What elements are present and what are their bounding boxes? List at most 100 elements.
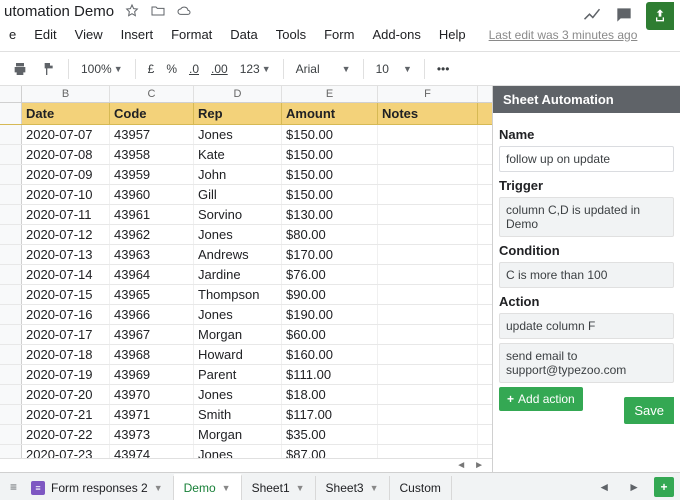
row-number[interactable] xyxy=(0,245,22,264)
cloud-status-icon[interactable] xyxy=(176,3,192,19)
action-row[interactable]: send email to support@typezoo.com xyxy=(499,343,674,383)
cell[interactable] xyxy=(378,405,478,424)
action-row[interactable]: update column F xyxy=(499,313,674,339)
spreadsheet-grid[interactable]: B C D E F Date Code Rep Amount Notes 202… xyxy=(0,86,492,472)
cell[interactable]: $111.00 xyxy=(282,365,378,384)
tab-sheet3[interactable]: Sheet3▼ xyxy=(316,476,390,500)
cell[interactable]: Morgan xyxy=(194,425,282,444)
cell[interactable]: Gill xyxy=(194,185,282,204)
chevron-down-icon[interactable]: ▼ xyxy=(370,483,379,493)
cell[interactable]: 2020-07-14 xyxy=(22,265,110,284)
cell[interactable]: $190.00 xyxy=(282,305,378,324)
cell[interactable]: 2020-07-09 xyxy=(22,165,110,184)
header-cell[interactable]: Amount xyxy=(282,103,378,124)
cell[interactable]: 43959 xyxy=(110,165,194,184)
cell[interactable]: Parent xyxy=(194,365,282,384)
cell[interactable]: 2020-07-23 xyxy=(22,445,110,458)
cell[interactable]: $76.00 xyxy=(282,265,378,284)
row-number[interactable] xyxy=(0,405,22,424)
add-sheet-button[interactable]: + xyxy=(654,477,674,497)
comment-icon[interactable] xyxy=(614,5,634,28)
row-number[interactable] xyxy=(0,445,22,458)
condition-selector[interactable]: C is more than 100 xyxy=(499,262,674,288)
col-header[interactable]: F xyxy=(378,86,478,102)
cell[interactable]: Jones xyxy=(194,305,282,324)
table-row[interactable]: 2020-07-1443964Jardine$76.00 xyxy=(0,265,492,285)
cell[interactable] xyxy=(378,425,478,444)
table-row[interactable]: 2020-07-1643966Jones$190.00 xyxy=(0,305,492,325)
cell[interactable]: $87.00 xyxy=(282,445,378,458)
cell[interactable]: Jones xyxy=(194,445,282,458)
cell[interactable]: $150.00 xyxy=(282,165,378,184)
table-row[interactable]: 2020-07-1843968Howard$160.00 xyxy=(0,345,492,365)
cell[interactable]: 43970 xyxy=(110,385,194,404)
cell[interactable]: $160.00 xyxy=(282,345,378,364)
tab-custom[interactable]: Custom xyxy=(390,476,452,500)
chevron-down-icon[interactable]: ▼ xyxy=(222,483,231,493)
cell[interactable]: 43973 xyxy=(110,425,194,444)
zoom-dropdown[interactable]: 100%▼ xyxy=(76,58,128,80)
cell[interactable]: 43969 xyxy=(110,365,194,384)
font-dropdown[interactable]: Arial▼ xyxy=(291,58,356,80)
row-number[interactable] xyxy=(0,385,22,404)
row-number[interactable] xyxy=(0,285,22,304)
cell[interactable]: 2020-07-08 xyxy=(22,145,110,164)
header-cell[interactable]: Date xyxy=(22,103,110,124)
move-folder-icon[interactable] xyxy=(150,3,166,19)
cell[interactable]: Andrews xyxy=(194,245,282,264)
cell[interactable]: Morgan xyxy=(194,325,282,344)
header-cell[interactable]: Notes xyxy=(378,103,478,124)
menu-insert[interactable]: Insert xyxy=(117,24,158,45)
save-button[interactable]: Save xyxy=(624,397,674,424)
cell[interactable]: 2020-07-21 xyxy=(22,405,110,424)
add-action-button[interactable]: +Add action xyxy=(499,387,583,411)
cell[interactable]: 43961 xyxy=(110,205,194,224)
menu-addons[interactable]: Add-ons xyxy=(368,24,424,45)
cell[interactable]: 43968 xyxy=(110,345,194,364)
cell[interactable] xyxy=(378,205,478,224)
cell[interactable]: 2020-07-10 xyxy=(22,185,110,204)
row-number[interactable] xyxy=(0,365,22,384)
cell[interactable]: 2020-07-16 xyxy=(22,305,110,324)
tab-scroll-left-icon[interactable]: ◄ xyxy=(594,476,614,498)
select-all-cell[interactable] xyxy=(0,86,22,102)
cell[interactable]: $170.00 xyxy=(282,245,378,264)
cell[interactable]: 2020-07-07 xyxy=(22,125,110,144)
cell[interactable]: 2020-07-19 xyxy=(22,365,110,384)
cell[interactable]: 43957 xyxy=(110,125,194,144)
cell[interactable]: 2020-07-17 xyxy=(22,325,110,344)
cell[interactable] xyxy=(378,285,478,304)
paint-format-icon[interactable] xyxy=(35,57,61,81)
currency-button[interactable]: £ xyxy=(143,58,160,80)
cell[interactable] xyxy=(378,145,478,164)
cell[interactable] xyxy=(378,265,478,284)
cell[interactable] xyxy=(378,325,478,344)
cell[interactable]: $80.00 xyxy=(282,225,378,244)
cell[interactable]: 2020-07-15 xyxy=(22,285,110,304)
font-size-dropdown[interactable]: 10▼ xyxy=(371,58,417,80)
cell[interactable] xyxy=(378,245,478,264)
cell[interactable]: Smith xyxy=(194,405,282,424)
table-row[interactable]: 2020-07-0743957Jones$150.00 xyxy=(0,125,492,145)
menu-help[interactable]: Help xyxy=(435,24,470,45)
row-number[interactable] xyxy=(0,305,22,324)
menu-format[interactable]: Format xyxy=(167,24,216,45)
row-number[interactable] xyxy=(0,265,22,284)
cell[interactable]: 2020-07-13 xyxy=(22,245,110,264)
percent-button[interactable]: % xyxy=(161,58,182,80)
row-number[interactable] xyxy=(0,345,22,364)
cell[interactable]: Jones xyxy=(194,125,282,144)
table-row[interactable]: 2020-07-1743967Morgan$60.00 xyxy=(0,325,492,345)
decrease-decimal-button[interactable]: .0 xyxy=(184,58,204,80)
table-row[interactable]: 2020-07-0943959John$150.00 xyxy=(0,165,492,185)
cell[interactable] xyxy=(378,365,478,384)
cell[interactable]: $150.00 xyxy=(282,125,378,144)
share-button[interactable] xyxy=(646,2,674,30)
cell[interactable]: 43958 xyxy=(110,145,194,164)
table-row[interactable]: 2020-07-2243973Morgan$35.00 xyxy=(0,425,492,445)
all-sheets-icon[interactable]: ≡ xyxy=(6,476,21,498)
cell[interactable] xyxy=(378,225,478,244)
cell[interactable]: Jardine xyxy=(194,265,282,284)
cell[interactable]: 43974 xyxy=(110,445,194,458)
cell[interactable]: Kate xyxy=(194,145,282,164)
